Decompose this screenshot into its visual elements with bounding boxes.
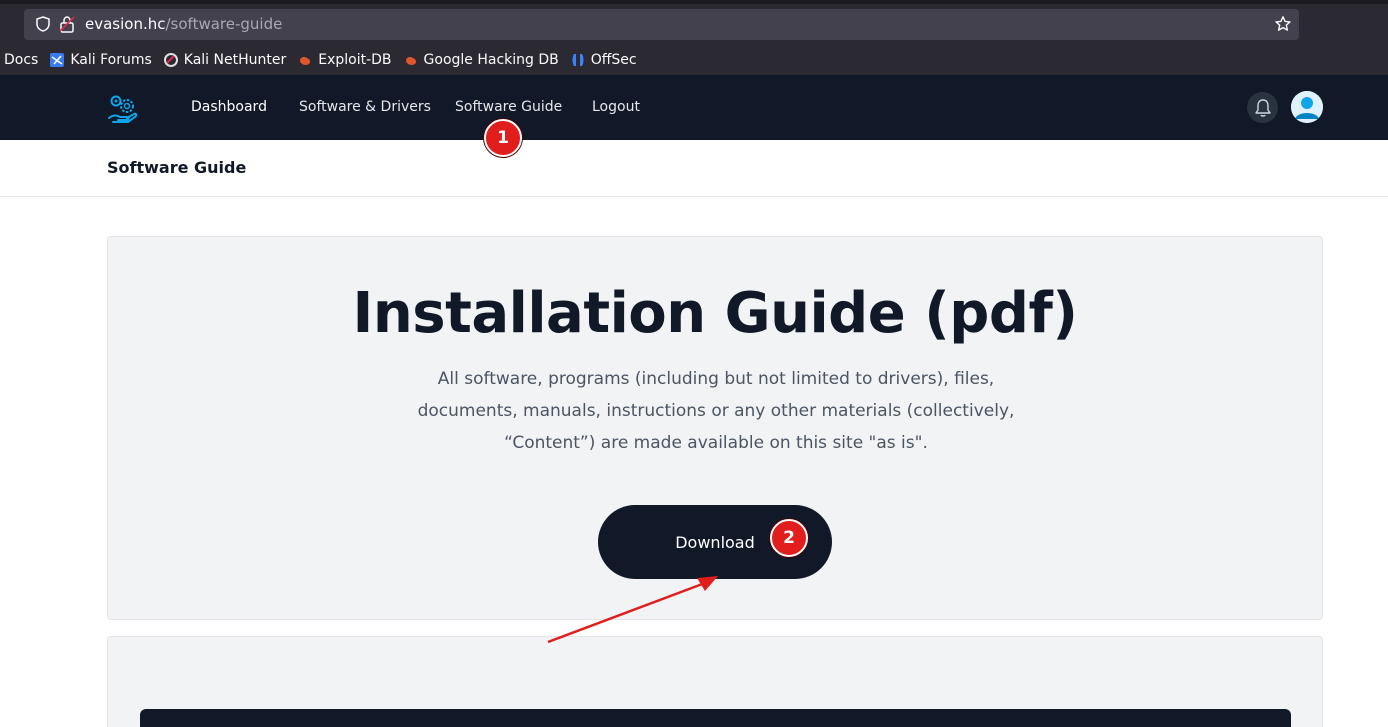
url-path: /software-guide: [165, 15, 283, 33]
kali-forums-icon: [50, 53, 65, 67]
lock-insecure-icon[interactable]: [59, 15, 75, 33]
site-navbar: Dashboard Software & Drivers Software Gu…: [0, 75, 1388, 140]
notifications-button[interactable]: [1247, 92, 1278, 123]
user-icon: [1291, 91, 1323, 123]
bookmark-label: Google Hacking DB: [423, 52, 559, 68]
shield-icon[interactable]: [34, 15, 52, 33]
gear-hand-logo-icon[interactable]: [107, 93, 139, 125]
secondary-card-panel: [140, 709, 1291, 727]
secondary-card: [107, 636, 1323, 727]
bookmark-kali-forums[interactable]: Kali Forums: [50, 52, 152, 68]
exploit-db-icon: [300, 57, 311, 65]
bookmark-label: Docs: [4, 52, 39, 68]
nav-software-guide[interactable]: Software Guide: [455, 99, 562, 115]
bookmark-kali-nethunter[interactable]: Kali NetHunter: [163, 52, 287, 68]
bell-icon: [1254, 98, 1271, 117]
nethunter-icon: [163, 53, 178, 67]
bookmark-label: OffSec: [590, 52, 637, 68]
card-heading: Installation Guide (pdf): [352, 281, 1078, 346]
annotation-marker-2: 2: [770, 519, 808, 557]
bookmark-offsec[interactable]: OffSec: [571, 52, 637, 68]
page-title: Software Guide: [107, 158, 247, 177]
star-icon[interactable]: [1274, 15, 1292, 33]
annotation-marker-1: 1: [484, 119, 522, 157]
offsec-icon: [572, 54, 584, 66]
browser-toolbar: evasion.hc/software-guide Docs Kali Foru…: [0, 0, 1388, 75]
url-host: evasion.hc: [85, 15, 166, 33]
tab-strip-edge: [0, 0, 1388, 4]
url-text[interactable]: evasion.hc/software-guide: [85, 15, 282, 33]
user-avatar[interactable]: [1291, 91, 1323, 123]
bookmark-label: Kali NetHunter: [183, 52, 287, 68]
bookmarks-bar: Docs Kali Forums Kali NetHunter Exploit-…: [0, 47, 649, 73]
installation-guide-card: Installation Guide (pdf) All software, p…: [107, 236, 1323, 620]
nav-logout[interactable]: Logout: [592, 99, 640, 115]
address-bar[interactable]: evasion.hc/software-guide: [24, 9, 1299, 40]
ghdb-icon: [405, 57, 416, 65]
bookmark-docs[interactable]: Docs: [4, 52, 38, 68]
bookmark-label: Exploit-DB: [318, 52, 392, 68]
bookmark-google-hacking-db[interactable]: Google Hacking DB: [404, 52, 559, 68]
nav-dashboard[interactable]: Dashboard: [191, 99, 267, 115]
card-description: All software, programs (including but no…: [417, 369, 1015, 453]
nav-software-drivers[interactable]: Software & Drivers: [299, 99, 431, 115]
bookmark-label: Kali Forums: [70, 52, 152, 68]
bookmark-exploit-db[interactable]: Exploit-DB: [298, 52, 392, 68]
page-header: Software Guide: [0, 140, 1388, 197]
